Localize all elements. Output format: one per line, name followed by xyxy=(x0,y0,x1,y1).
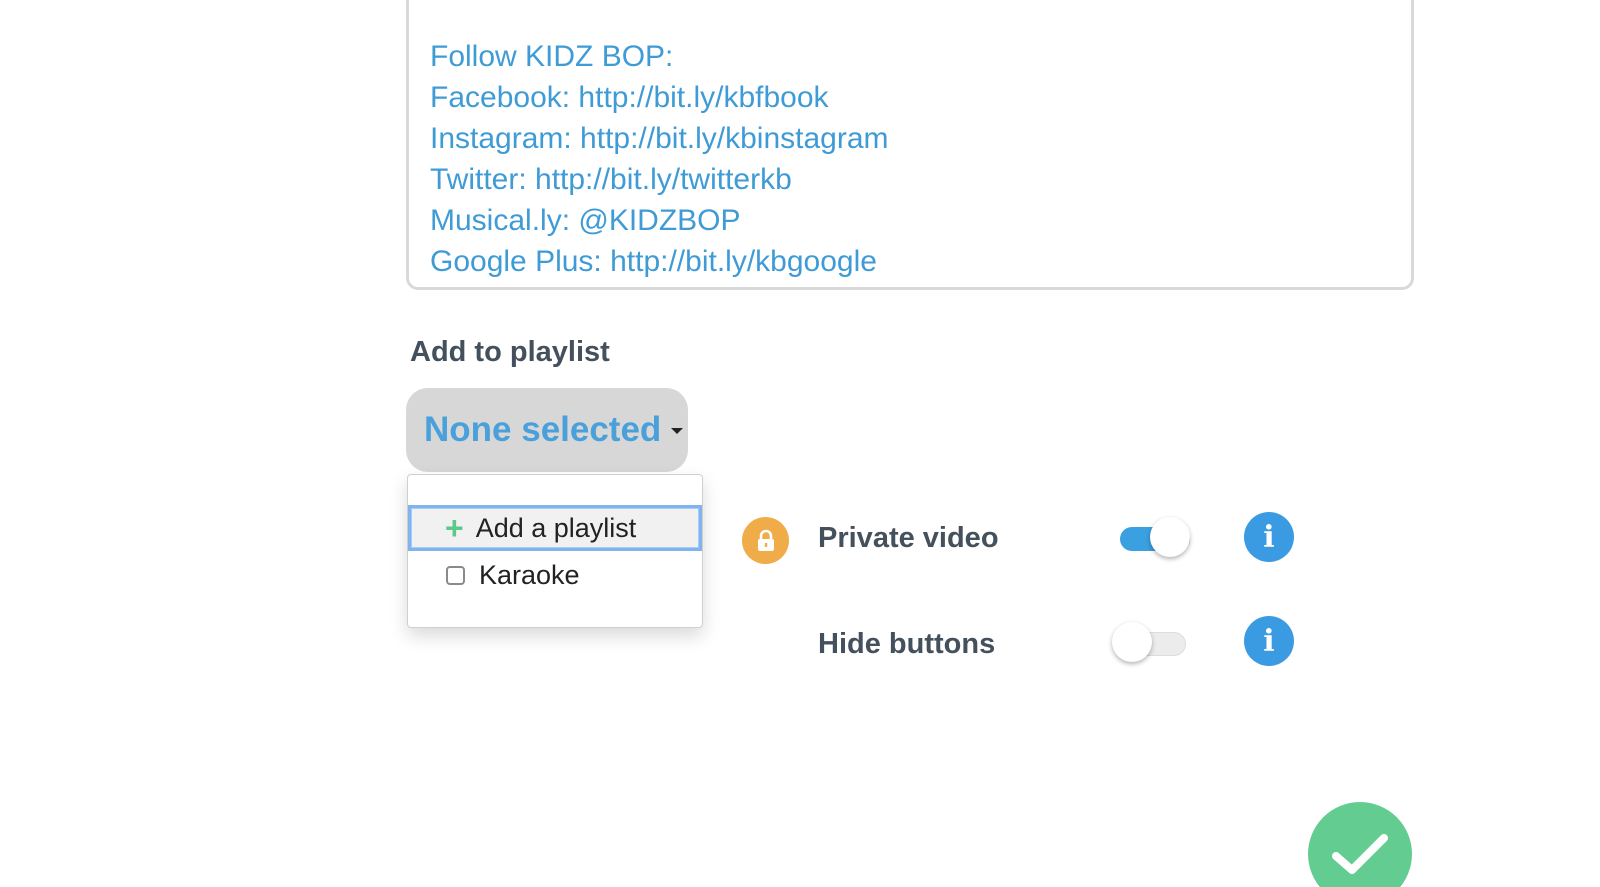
description-line: Twitter: http://bit.ly/twitterkb xyxy=(430,163,792,196)
toggle-knob xyxy=(1150,517,1190,557)
private-video-toggle[interactable] xyxy=(1116,515,1192,559)
video-settings-panel: Follow KIDZ BOP: Facebook: http://bit.ly… xyxy=(0,0,1600,887)
add-playlist-label: Add a playlist xyxy=(475,512,637,543)
caret-down-icon xyxy=(671,428,684,434)
add-playlist-item[interactable]: + Add a playlist xyxy=(408,505,702,551)
hide-buttons-label: Hide buttons xyxy=(818,628,996,660)
playlist-item-label: Karaoke xyxy=(479,559,580,590)
description-line: Google Plus: http://bit.ly/kbgoogle xyxy=(430,245,877,278)
description-line: Follow KIDZ BOP: xyxy=(430,40,674,73)
karaoke-checkbox[interactable] xyxy=(446,565,465,585)
confirm-button[interactable] xyxy=(1308,802,1412,887)
playlist-menu: + Add a playlist Karaoke xyxy=(407,474,703,628)
playlist-selected-value: None selected xyxy=(424,410,662,449)
playlist-item-karaoke[interactable]: Karaoke xyxy=(408,552,702,598)
description-line: Instagram: http://bit.ly/kbinstagram xyxy=(430,122,889,155)
lock-icon xyxy=(742,517,789,564)
checkmark-icon xyxy=(1332,834,1388,874)
description-line: Facebook: http://bit.ly/kbfbook xyxy=(430,81,829,114)
description-line: Musical.ly: @KIDZBOP xyxy=(430,204,741,237)
info-icon[interactable]: i xyxy=(1244,512,1294,562)
info-icon[interactable]: i xyxy=(1244,616,1294,666)
playlist-label: Add to playlist xyxy=(410,336,610,368)
playlist-dropdown[interactable]: None selected xyxy=(406,388,688,472)
plus-icon: + xyxy=(445,510,464,546)
description-text: Follow KIDZ BOP: Facebook: http://bit.ly… xyxy=(430,36,889,282)
toggle-knob xyxy=(1112,622,1152,662)
private-video-label: Private video xyxy=(818,522,999,554)
hide-buttons-toggle[interactable] xyxy=(1112,620,1188,664)
